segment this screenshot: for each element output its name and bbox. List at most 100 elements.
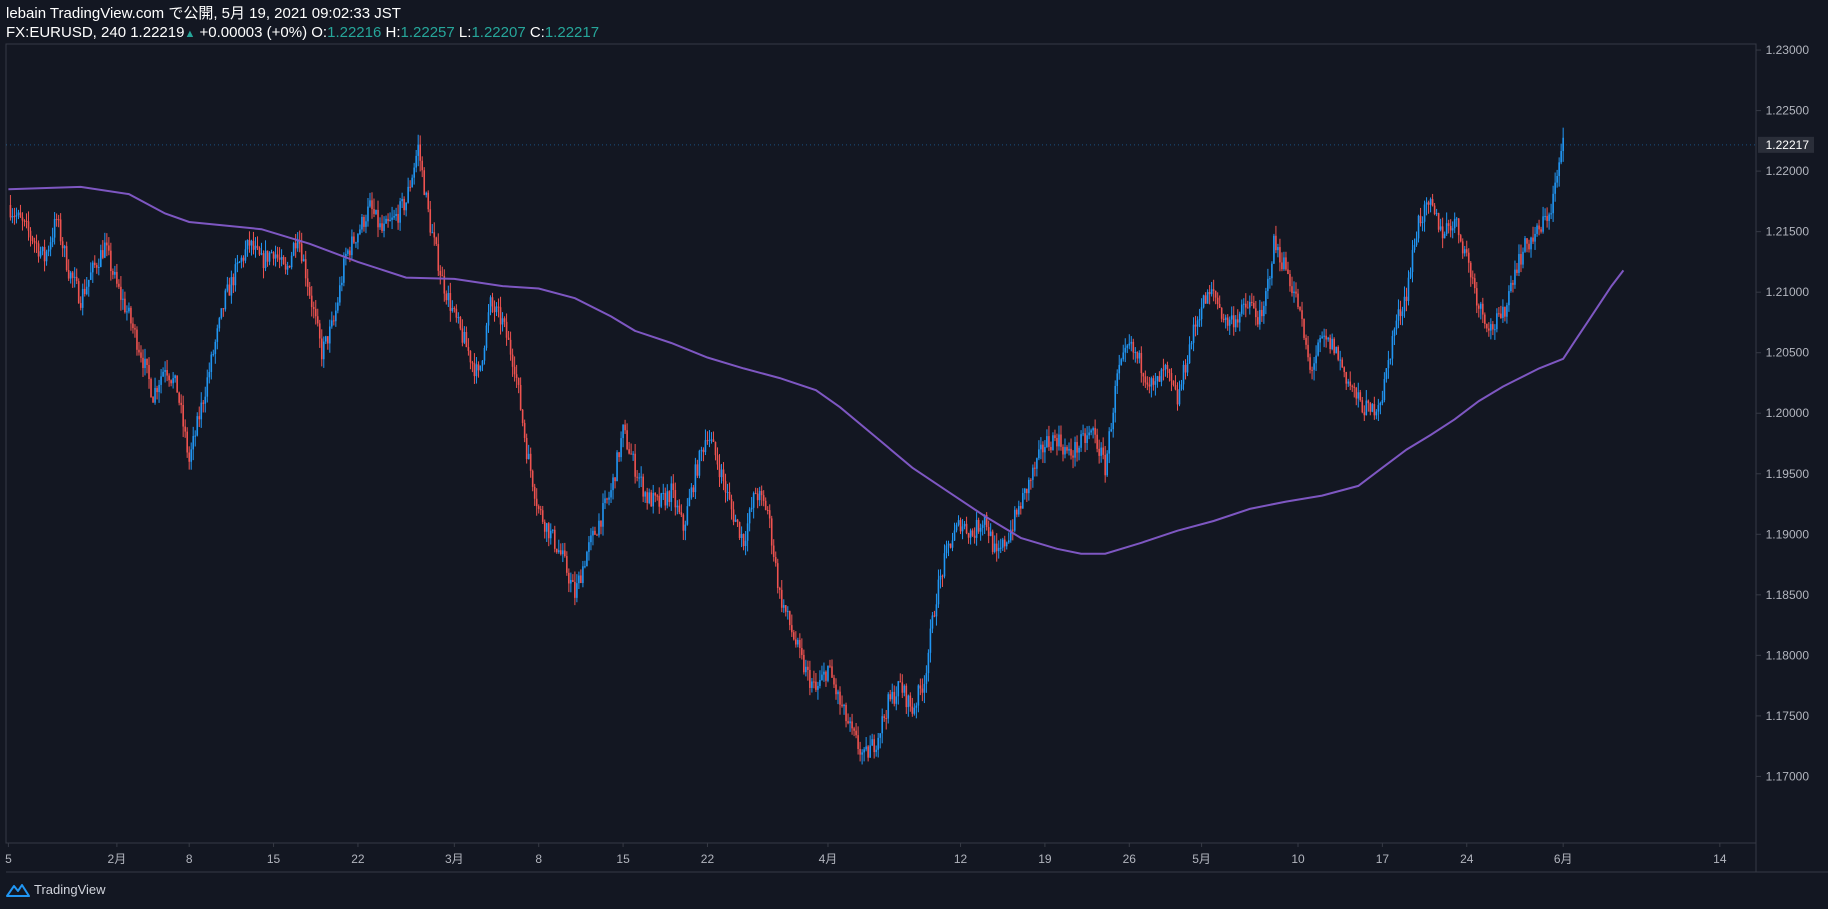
candle-body <box>423 170 426 195</box>
candle-body <box>732 509 735 522</box>
candle-body <box>710 439 713 441</box>
candle-body <box>1301 310 1303 319</box>
candle-body <box>150 378 152 397</box>
candle-body <box>433 232 436 238</box>
candle-body <box>174 375 176 379</box>
candle-body <box>1325 335 1327 340</box>
candle-body <box>897 681 900 697</box>
candle-body <box>218 318 221 329</box>
candle-body <box>853 728 855 731</box>
candle-body <box>399 201 401 223</box>
candle-body <box>622 424 624 439</box>
candle-body <box>1054 435 1056 439</box>
tradingview-brand[interactable]: TradingView <box>6 882 106 897</box>
candle-body <box>993 543 996 552</box>
candle-body <box>971 530 974 536</box>
candle-body <box>120 286 122 300</box>
price-tick-label: 1.21000 <box>1766 285 1810 299</box>
candle-body <box>152 396 154 403</box>
candle-body <box>19 212 22 218</box>
candle-body <box>1329 337 1331 350</box>
candle-body <box>83 288 86 295</box>
candle-body <box>318 323 321 339</box>
candle-body <box>899 681 902 683</box>
candle-body <box>389 219 391 222</box>
candle-body <box>15 215 18 217</box>
candle-body <box>57 219 60 221</box>
candle-body <box>833 677 835 685</box>
candle-body <box>1502 306 1504 318</box>
candle-body <box>1500 313 1502 318</box>
candle-body <box>1106 453 1108 476</box>
candle-body <box>547 523 550 539</box>
candle-body <box>413 167 415 178</box>
candle-body <box>698 450 701 476</box>
candle-body <box>696 464 699 476</box>
candle-body <box>624 424 626 431</box>
candle-body <box>1261 309 1263 317</box>
candle-body <box>1375 411 1378 416</box>
candle-body <box>1060 434 1062 447</box>
candle-body <box>901 682 904 693</box>
candle-body <box>53 218 56 238</box>
candle-body <box>1548 214 1550 221</box>
candle-body <box>63 246 66 249</box>
candle-body <box>1253 302 1255 309</box>
candle-body <box>921 688 924 693</box>
candle-body <box>740 534 743 539</box>
candle-body <box>1160 369 1163 382</box>
candle-body <box>47 249 50 252</box>
candle-body <box>1323 335 1325 337</box>
candle-body <box>793 632 795 640</box>
candle-body <box>885 717 888 719</box>
candle-body <box>999 547 1002 549</box>
candle-body <box>1170 372 1173 381</box>
candle-body <box>596 534 598 536</box>
candle-body <box>71 272 74 278</box>
candle-body <box>545 523 548 532</box>
candle-body <box>1307 344 1309 358</box>
candle-body <box>1459 235 1462 242</box>
candle-body <box>381 223 383 231</box>
candle-body <box>274 254 277 259</box>
candle-body <box>252 240 255 250</box>
price-tick-label: 1.19000 <box>1766 527 1810 541</box>
candle-body <box>1457 218 1460 236</box>
candle-body <box>1439 226 1442 230</box>
candle-body <box>1126 345 1129 348</box>
candle-body <box>694 464 697 493</box>
candle-body <box>1022 493 1024 509</box>
candle-body <box>1005 542 1008 547</box>
candle-body <box>349 250 351 256</box>
candle-body <box>1389 358 1392 361</box>
price-tick-label: 1.17500 <box>1766 709 1810 723</box>
candle-body <box>467 347 470 351</box>
candle-body <box>521 409 524 424</box>
candle-body <box>1367 400 1370 404</box>
candle-body <box>377 209 379 228</box>
candle-body <box>734 519 737 522</box>
candle-body <box>69 272 72 279</box>
candle-body <box>1407 277 1410 301</box>
candle-body <box>326 336 329 344</box>
candle-body <box>1337 346 1339 360</box>
candle-body <box>1482 303 1484 315</box>
candle-body <box>1090 430 1092 433</box>
candle-body <box>1214 290 1217 298</box>
candle-body <box>39 251 42 257</box>
candle-body <box>35 242 38 244</box>
candle-body <box>180 402 182 406</box>
candle-body <box>786 611 789 613</box>
candle-body <box>1544 216 1546 218</box>
candle-body <box>1387 360 1390 369</box>
candle-body <box>208 371 211 378</box>
candle-body <box>329 326 331 344</box>
candle-body <box>616 452 618 482</box>
candle-body <box>642 476 644 497</box>
candle-body <box>1251 301 1253 303</box>
candle-body <box>523 423 526 438</box>
candle-body <box>240 257 243 263</box>
candle-body <box>809 669 811 688</box>
candle-body <box>535 498 538 507</box>
price-chart[interactable]: 1.23000 1.22500 1.22000 1.21500 1.21000 1.205… <box>0 0 1828 909</box>
